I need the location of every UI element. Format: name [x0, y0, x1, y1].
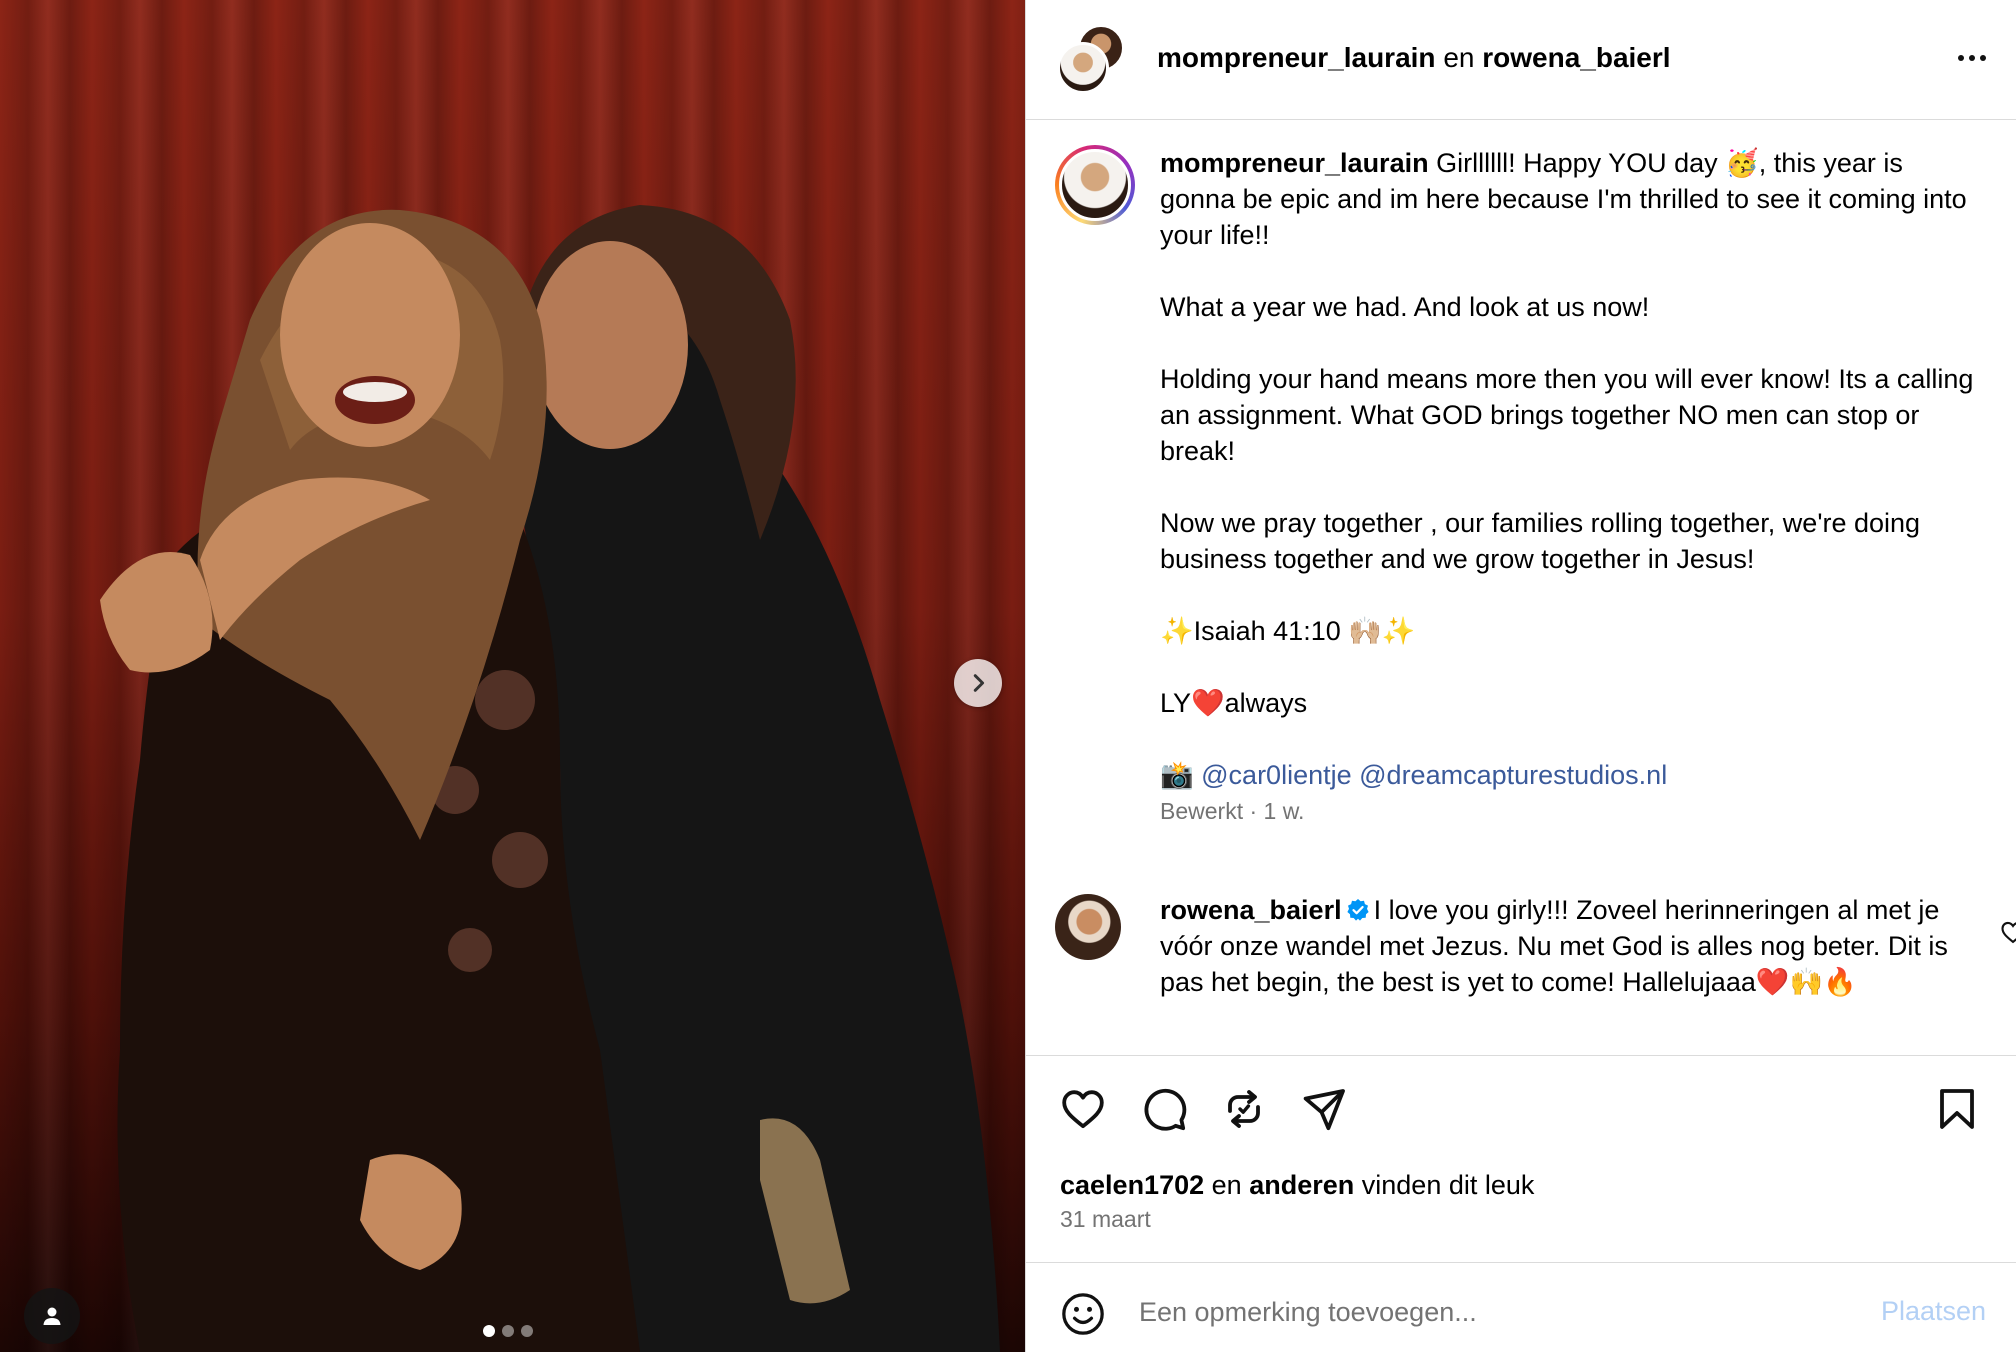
- carousel-dot: [521, 1325, 533, 1337]
- likes-summary[interactable]: caelen1702 en anderen vinden dit leuk: [1060, 1168, 1534, 1202]
- likes-suffix: vinden dit leuk: [1361, 1170, 1535, 1200]
- post-authors: mompreneur_laurain en rowena_baierl: [1157, 41, 1671, 75]
- repost-icon: [1228, 1090, 1260, 1128]
- likes-user[interactable]: caelen1702: [1060, 1170, 1204, 1200]
- collab-avatars[interactable]: [1057, 24, 1125, 94]
- post-date[interactable]: 31 maart: [1060, 1206, 1151, 1233]
- comment-icon: [1144, 1088, 1187, 1131]
- next-photo-button[interactable]: [954, 659, 1002, 707]
- more-horizontal-icon: [1969, 55, 1975, 61]
- heart-outline-icon[interactable]: [1999, 918, 2016, 946]
- camera-emoji: 📸: [1160, 760, 1194, 790]
- post-photo[interactable]: [0, 0, 1025, 1352]
- tagged-users-button[interactable]: [24, 1288, 80, 1344]
- person-icon: [43, 1307, 61, 1325]
- post-actions: caelen1702 en anderen vinden dit leuk 31…: [1026, 1055, 2016, 1247]
- mention-link[interactable]: @car0lientje: [1201, 760, 1351, 790]
- author-username[interactable]: mompreneur_laurain: [1157, 42, 1436, 73]
- post-comment-button[interactable]: Plaatsen: [1881, 1296, 1986, 1327]
- caption-line: Holding your hand means more then you wi…: [1160, 364, 1974, 466]
- avatar[interactable]: [1057, 42, 1109, 94]
- heart-icon: [1062, 1090, 1104, 1129]
- chevron-right-icon: [973, 674, 985, 692]
- caption-line: ✨Isaiah 41:10 🙌🏼✨: [1160, 616, 1416, 646]
- likes-joiner: en: [1211, 1170, 1242, 1200]
- author-username[interactable]: rowena_baierl: [1482, 42, 1670, 73]
- post-details-panel: mompreneur_laurain en rowena_baierl momp…: [1025, 0, 2016, 1352]
- comment-input[interactable]: [1139, 1289, 1839, 1335]
- author-joiner: en: [1443, 42, 1475, 73]
- caption-username[interactable]: mompreneur_laurain: [1160, 148, 1429, 178]
- verified-badge-icon: [1346, 899, 1369, 921]
- caption-text: mompreneur_laurain Girllllll! Happy YOU …: [1160, 145, 1980, 829]
- more-options-button[interactable]: [1952, 46, 1992, 70]
- carousel-indicator: [483, 1325, 533, 1337]
- repost-button[interactable]: [1218, 1083, 1270, 1135]
- send-icon: [1303, 1089, 1345, 1131]
- comment-text: rowena_baierl I love you girly!!! Zoveel …: [1160, 892, 1950, 1000]
- like-button[interactable]: [1057, 1083, 1109, 1135]
- post-header: mompreneur_laurain en rowena_baierl: [1026, 0, 2016, 120]
- emoji-icon[interactable]: [1060, 1291, 1106, 1337]
- avatar[interactable]: [1055, 894, 1121, 960]
- bookmark-icon: [1940, 1089, 1974, 1129]
- mention-link[interactable]: @dreamcapturestudios.nl: [1359, 760, 1667, 790]
- comment-button[interactable]: [1138, 1083, 1190, 1135]
- caption-line: LY❤️always: [1160, 688, 1308, 718]
- add-comment-bar: Plaatsen: [1026, 1262, 2016, 1352]
- caption-line: Now we pray together , our families roll…: [1160, 508, 1921, 574]
- more-horizontal-icon: [1958, 55, 1964, 61]
- share-button[interactable]: [1298, 1083, 1350, 1135]
- comments-section[interactable]: mompreneur_laurain Girllllll! Happy YOU …: [1026, 121, 2016, 1055]
- comment-username[interactable]: rowena_baierl: [1160, 895, 1342, 925]
- caption-meta: Bewerkt · 1 w.: [1160, 798, 1305, 824]
- caption-line: What a year we had. And look at us now!: [1160, 292, 1650, 322]
- photo-scene: [100, 205, 1000, 1352]
- likes-others[interactable]: anderen: [1249, 1170, 1354, 1200]
- avatar[interactable]: [1055, 145, 1135, 225]
- save-button[interactable]: [1931, 1083, 1983, 1135]
- carousel-dot: [502, 1325, 514, 1337]
- more-horizontal-icon: [1980, 55, 1986, 61]
- carousel-dot: [483, 1325, 495, 1337]
